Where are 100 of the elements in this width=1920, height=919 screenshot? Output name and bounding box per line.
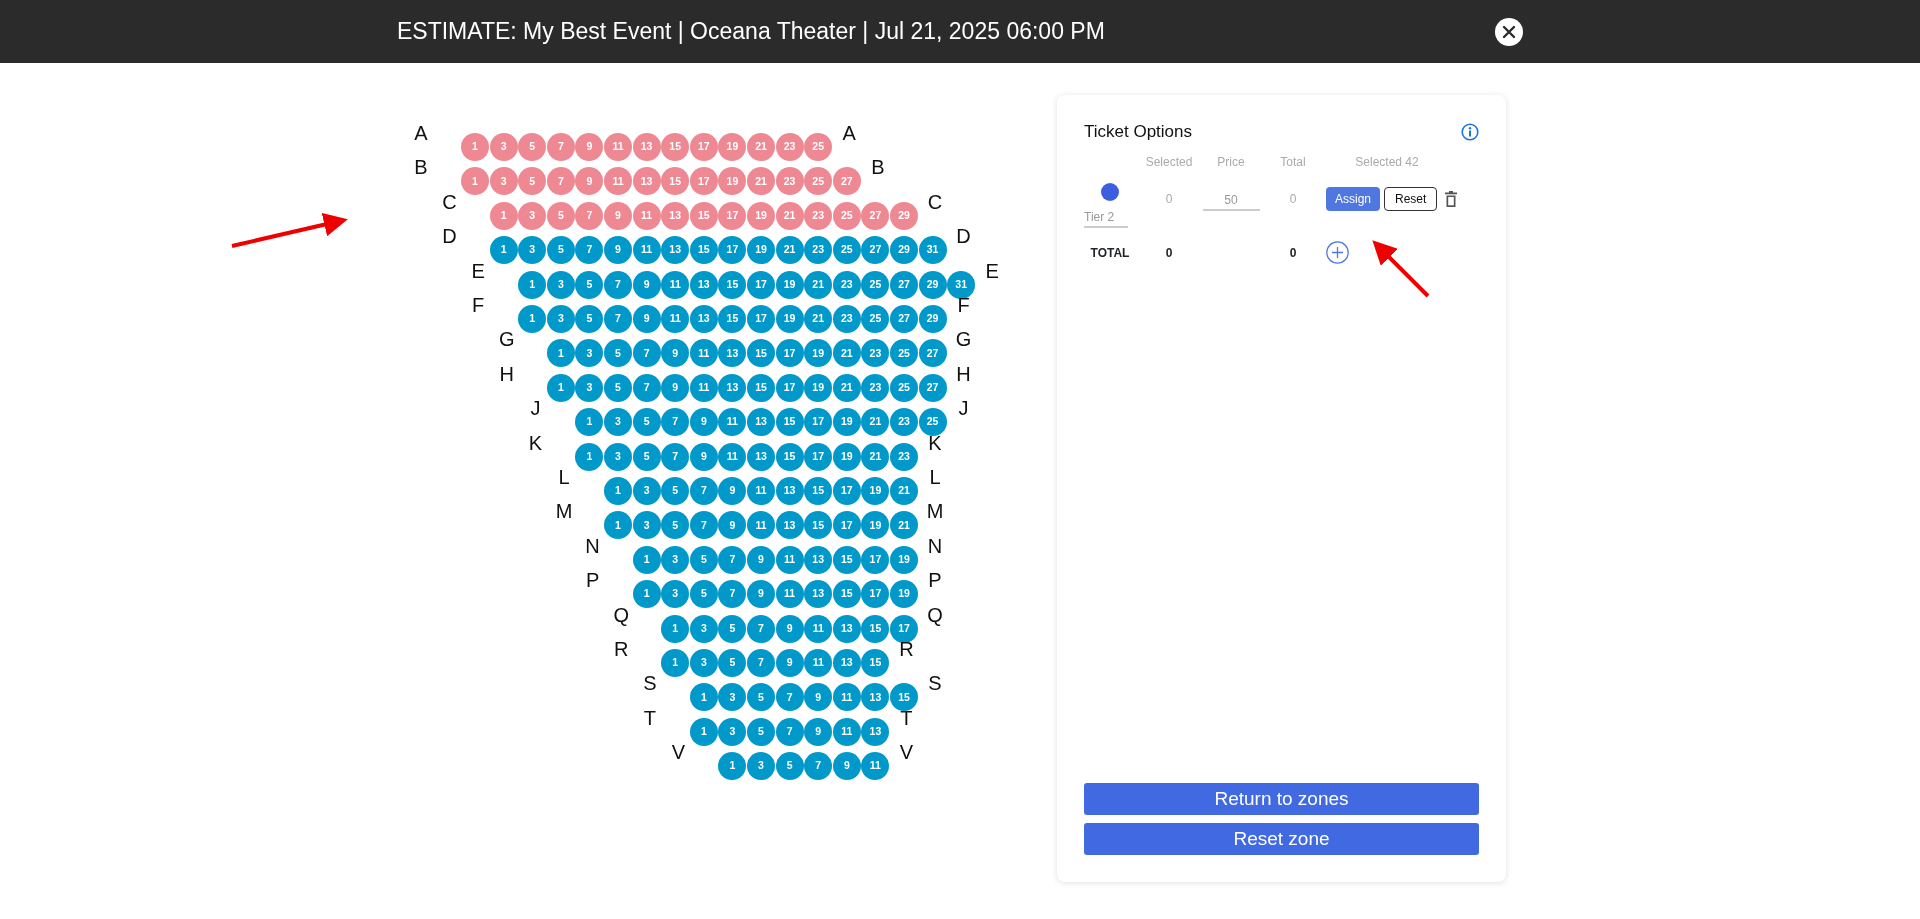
seat[interactable]: 23	[890, 408, 918, 437]
return-button[interactable]: Return to zones	[1084, 783, 1479, 815]
seat[interactable]: 11	[775, 580, 804, 609]
seat[interactable]: 23	[832, 270, 861, 299]
seat[interactable]: 21	[775, 236, 804, 265]
seat[interactable]: 1	[689, 717, 718, 746]
seat[interactable]: 23	[861, 373, 890, 402]
seat[interactable]: 19	[804, 339, 833, 368]
seat[interactable]: 27	[890, 270, 918, 299]
seat[interactable]: 31	[918, 236, 947, 265]
seat[interactable]: 11	[804, 649, 833, 677]
seat[interactable]: 11	[689, 339, 718, 368]
seat[interactable]: 25	[804, 167, 833, 196]
seat[interactable]: 7	[575, 201, 604, 230]
seat[interactable]: 1	[632, 580, 661, 609]
seat[interactable]: 11	[718, 442, 747, 471]
seat[interactable]: 15	[718, 270, 747, 299]
seat[interactable]: 23	[775, 133, 804, 161]
seat[interactable]: 9	[689, 442, 718, 471]
seat[interactable]: 17	[718, 201, 747, 230]
seat[interactable]: 5	[661, 477, 690, 505]
seat[interactable]: 9	[747, 545, 775, 574]
seat[interactable]: 9	[661, 339, 690, 368]
seat[interactable]: 15	[832, 545, 861, 574]
seat[interactable]: 7	[546, 167, 575, 196]
seat[interactable]: 5	[718, 649, 747, 677]
seat[interactable]: 17	[832, 477, 861, 505]
close-button[interactable]	[1495, 17, 1523, 46]
seat[interactable]: 13	[832, 614, 861, 643]
trash-icon[interactable]	[1445, 191, 1458, 207]
seat[interactable]: 9	[718, 511, 747, 540]
seat[interactable]: 9	[661, 373, 690, 402]
seat[interactable]: 27	[832, 167, 861, 196]
seat[interactable]: 21	[890, 511, 918, 540]
seat[interactable]: 3	[546, 305, 575, 333]
seat[interactable]: 13	[718, 373, 747, 402]
seat[interactable]: 7	[661, 408, 690, 437]
seat[interactable]: 11	[718, 408, 747, 437]
seat[interactable]: 23	[775, 167, 804, 196]
price-field[interactable]: 50	[1202, 191, 1260, 211]
seat[interactable]: 5	[747, 683, 775, 712]
seat[interactable]: 1	[546, 339, 575, 368]
seat[interactable]: 1	[489, 201, 518, 230]
seat[interactable]: 15	[861, 614, 890, 643]
seat[interactable]: 15	[804, 511, 833, 540]
seat[interactable]: 7	[775, 683, 804, 712]
seat[interactable]: 1	[575, 408, 604, 437]
seat[interactable]: 5	[604, 339, 632, 368]
seat[interactable]: 19	[747, 236, 775, 265]
seat[interactable]: 7	[604, 305, 632, 333]
seat[interactable]: 1	[461, 133, 489, 161]
seat[interactable]: 13	[661, 236, 690, 265]
seat[interactable]: 15	[689, 201, 718, 230]
seat[interactable]: 9	[689, 408, 718, 437]
seat[interactable]: 13	[747, 408, 775, 437]
seat[interactable]: 25	[890, 339, 918, 368]
seat[interactable]: 15	[804, 477, 833, 505]
seat[interactable]: 25	[832, 236, 861, 265]
seat[interactable]: 11	[832, 683, 861, 712]
seat[interactable]: 27	[861, 201, 890, 230]
seat[interactable]: 27	[918, 373, 947, 402]
seat[interactable]: 1	[632, 545, 661, 574]
seat[interactable]: 17	[689, 167, 718, 196]
seat[interactable]: 7	[718, 545, 747, 574]
seat[interactable]: 19	[718, 133, 747, 161]
seat[interactable]: 17	[775, 373, 804, 402]
seat[interactable]: 5	[575, 305, 604, 333]
seat[interactable]: 11	[775, 545, 804, 574]
seat[interactable]: 17	[775, 339, 804, 368]
seat[interactable]: 3	[718, 683, 747, 712]
seat[interactable]: 29	[890, 201, 918, 230]
seat[interactable]: 21	[775, 201, 804, 230]
add-icon[interactable]	[1326, 240, 1349, 264]
seat[interactable]: 21	[832, 373, 861, 402]
seat[interactable]: 15	[861, 649, 890, 677]
seat[interactable]: 11	[604, 167, 632, 196]
seat[interactable]: 9	[747, 580, 775, 609]
seat[interactable]: 9	[832, 752, 861, 781]
seat[interactable]: 1	[718, 752, 747, 781]
reset-zone-button[interactable]: Reset zone	[1084, 823, 1479, 855]
seat[interactable]: 7	[661, 442, 690, 471]
seat[interactable]: 3	[518, 201, 547, 230]
seat[interactable]: 9	[775, 649, 804, 677]
seat[interactable]: 17	[804, 442, 833, 471]
seat[interactable]: 11	[689, 373, 718, 402]
seat[interactable]: 7	[575, 236, 604, 265]
seat[interactable]: 3	[604, 442, 632, 471]
seat[interactable]: 27	[918, 339, 947, 368]
seat[interactable]: 9	[575, 167, 604, 196]
seat[interactable]: 25	[804, 133, 833, 161]
seat[interactable]: 15	[890, 683, 918, 712]
seat[interactable]: 19	[861, 477, 890, 505]
seat[interactable]: 17	[689, 133, 718, 161]
seat[interactable]: 15	[775, 408, 804, 437]
seat[interactable]: 23	[804, 236, 833, 265]
seat[interactable]: 19	[890, 580, 918, 609]
seat[interactable]: 7	[632, 339, 661, 368]
seat[interactable]: 21	[804, 305, 833, 333]
seat[interactable]: 11	[632, 201, 661, 230]
seat[interactable]: 9	[575, 133, 604, 161]
